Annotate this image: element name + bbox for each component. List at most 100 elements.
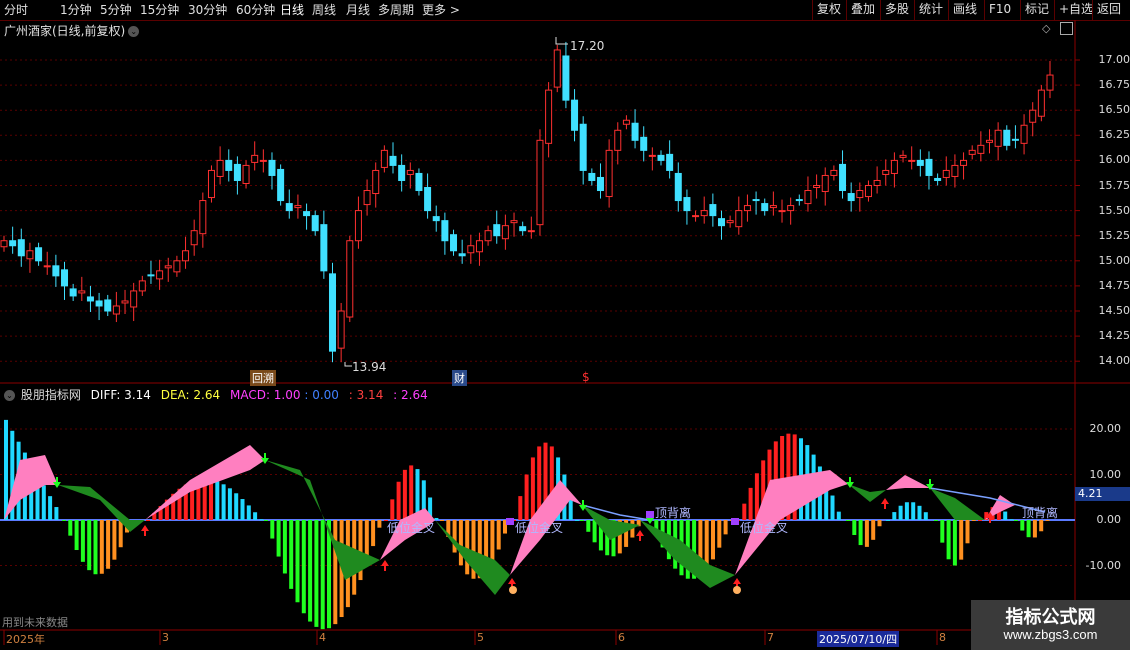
- candle: [804, 176, 812, 212]
- candle: [268, 152, 276, 190]
- macd-bar: [586, 520, 591, 532]
- macd-bar: [301, 520, 306, 614]
- macd-bar: [93, 520, 98, 575]
- macd-bar: [289, 520, 294, 589]
- macd-bar: [1032, 520, 1037, 538]
- candle: [839, 150, 847, 199]
- buy-arrow-icon: [881, 498, 889, 509]
- price-axis-label: 17.00: [1098, 53, 1130, 66]
- candle: [156, 259, 164, 290]
- macd-bar: [4, 419, 8, 520]
- macd-bar: [333, 520, 338, 625]
- candle: [216, 146, 224, 185]
- date-axis-label: 5: [477, 631, 484, 644]
- candle: [484, 225, 492, 246]
- signal-annotation: 顶背离: [655, 506, 692, 520]
- sell-arrow-icon: [261, 453, 269, 464]
- candle: [1020, 114, 1028, 155]
- value-2: : 3.14: [348, 388, 384, 402]
- candlestick-series: [0, 37, 1054, 367]
- candle: [372, 162, 380, 208]
- macd-bar: [74, 520, 79, 551]
- candle: [657, 150, 665, 166]
- signal-annotation: 低位金叉: [387, 521, 436, 535]
- macd-bar: [99, 520, 104, 574]
- candle: [882, 159, 890, 186]
- candle: [112, 291, 120, 323]
- candle: [130, 282, 138, 322]
- value-1: : 0.00: [304, 388, 339, 402]
- macd-bar: [580, 520, 584, 521]
- candle: [666, 140, 674, 179]
- macd-bar: [409, 465, 414, 520]
- candle: [951, 154, 959, 188]
- candle: [813, 174, 821, 199]
- diff-value: DIFF: 3.14: [90, 388, 151, 402]
- candle: [26, 242, 34, 273]
- macd-bar: [496, 520, 501, 550]
- candle: [622, 115, 630, 130]
- macd-bar: [377, 520, 382, 528]
- macd-bar: [846, 520, 850, 521]
- signal-annotation: 顶背离: [1022, 506, 1059, 520]
- candle: [182, 236, 190, 269]
- price-high-label: 17.20: [570, 39, 605, 53]
- candle: [354, 196, 362, 249]
- price-axis-label: 15.50: [1098, 203, 1130, 217]
- macd-bar: [320, 520, 325, 630]
- price-low-label: 13.94: [352, 360, 387, 374]
- macd-bar: [717, 520, 722, 548]
- candle: [968, 145, 976, 160]
- macd-bar: [276, 520, 281, 557]
- dea-value: DEA: 2.64: [160, 388, 221, 402]
- macd-bar: [830, 495, 835, 520]
- date-axis-label: 3: [162, 631, 169, 644]
- event-tag-backtrack[interactable]: 回溯: [250, 370, 276, 386]
- macd-bar: [246, 505, 251, 520]
- hand-pointer-icon: [509, 586, 517, 594]
- candle: [778, 199, 786, 223]
- macd-bar: [146, 520, 150, 521]
- candle: [553, 44, 561, 93]
- buy-arrow-icon: [636, 530, 644, 541]
- event-tag-finance[interactable]: 财: [452, 370, 467, 386]
- candle: [709, 193, 717, 227]
- candle: [147, 260, 155, 284]
- candle: [536, 129, 544, 236]
- candle: [285, 189, 293, 219]
- watermark-url: www.zbgs3.com: [1003, 627, 1098, 642]
- candle: [164, 257, 172, 282]
- chevron-down-icon[interactable]: ⌄: [4, 390, 15, 401]
- candle: [86, 285, 94, 313]
- candle: [752, 191, 760, 215]
- candle: [259, 149, 267, 173]
- macd-bar: [871, 520, 876, 540]
- candle: [493, 210, 501, 244]
- candle: [35, 242, 43, 266]
- candle: [190, 219, 198, 256]
- macd-bar: [240, 499, 245, 520]
- event-tag-dividend[interactable]: $: [582, 370, 590, 384]
- price-axis-label: 16.00: [1098, 153, 1130, 167]
- candle: [432, 205, 440, 232]
- candle: [95, 292, 103, 321]
- buy-arrow-icon: [141, 525, 149, 536]
- macd-bar: [946, 520, 951, 560]
- macd-bar: [264, 520, 268, 521]
- candle: [78, 276, 86, 301]
- macd-bar: [295, 520, 300, 603]
- signal-annotation: 低位金叉: [740, 521, 789, 535]
- candle: [545, 82, 553, 158]
- candle: [916, 149, 924, 177]
- marker-icon: [731, 518, 739, 525]
- candle: [769, 191, 777, 216]
- indicator-name[interactable]: 股朋指标网: [21, 388, 81, 402]
- macd-band: [886, 475, 930, 490]
- macd-bar: [971, 520, 976, 521]
- candle: [207, 165, 215, 203]
- price-axis-label: 14.75: [1098, 278, 1130, 292]
- price-axis-label: 16.50: [1098, 103, 1130, 117]
- macd-axis-label: 0.00: [1096, 513, 1122, 526]
- candle: [1029, 102, 1037, 137]
- macd-bar: [371, 520, 376, 547]
